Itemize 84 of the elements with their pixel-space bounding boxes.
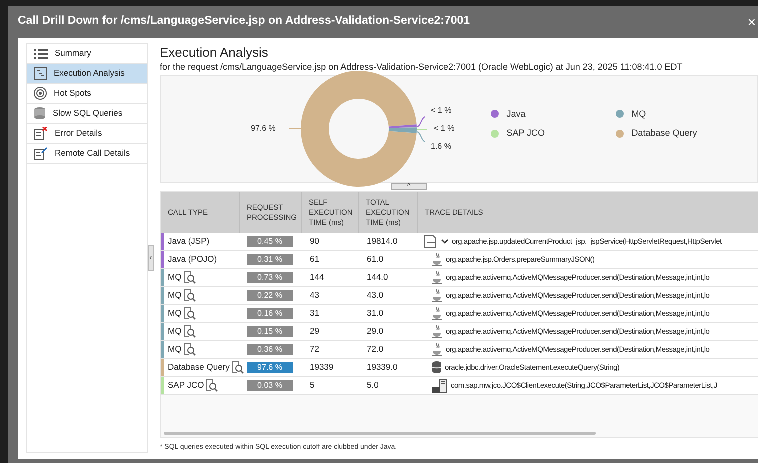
processing-bar: 97.6 % xyxy=(247,362,293,374)
total-time-cell-text: 19814.0 xyxy=(366,235,399,248)
total-time-cell-text: 144.0 xyxy=(366,271,390,284)
self-time-cell-text: 29 xyxy=(309,325,320,338)
data-label: 1.6 % xyxy=(431,141,452,153)
section-title: Execution Analysis xyxy=(160,45,270,61)
call-type-cell: MQ xyxy=(168,271,182,284)
processing-bar: 0.31 % xyxy=(247,254,293,266)
processing-bar: 0.36 % xyxy=(247,344,293,356)
total-time-cell-text: 5.0 xyxy=(366,379,380,392)
leader-line xyxy=(416,116,426,128)
server-icon xyxy=(432,378,448,392)
magnifier-icon[interactable] xyxy=(206,379,218,392)
self-time-cell-text: 72 xyxy=(309,343,320,356)
legend-label: Database Query xyxy=(632,127,698,140)
document-edit-icon xyxy=(34,147,48,160)
magnifier-icon[interactable] xyxy=(184,307,196,320)
total-time-cell-text: 72.0 xyxy=(366,343,385,356)
target-icon xyxy=(34,87,47,100)
call-type-cell: Java (JSP) xyxy=(168,235,210,248)
total-time-cell-text: 31.0 xyxy=(366,307,385,320)
sidebar-item[interactable]: Error Details xyxy=(27,124,147,144)
processing-bar: 0.22 % xyxy=(247,290,293,302)
processing-bar: 0.03 % xyxy=(247,380,293,392)
collapse-handle[interactable]: ‹ xyxy=(148,245,154,271)
coffee-cup-icon xyxy=(432,288,443,302)
call-type-cell: SAP JCO xyxy=(168,379,204,392)
processing-bar: 0.45 % xyxy=(247,236,293,248)
call-type-cell: MQ xyxy=(168,289,182,302)
document-error-icon xyxy=(34,127,48,140)
sidebar-label: Hot Spots xyxy=(54,87,92,100)
call-type-cell: Java (POJO) xyxy=(168,253,218,266)
coffee-cup-icon xyxy=(432,306,443,320)
leader-line xyxy=(289,128,302,130)
chevron-icon[interactable] xyxy=(441,238,449,246)
data-label: < 1 % xyxy=(431,105,453,117)
sidebar-label: Slow SQL Queries xyxy=(53,107,123,120)
self-time-cell-text: 90 xyxy=(309,235,320,248)
sidebar-label: Summary xyxy=(55,47,92,60)
chart-document-icon xyxy=(34,67,47,80)
data-label: < 1 % xyxy=(434,123,455,135)
self-time-cell-text: 43 xyxy=(309,289,320,302)
coffee-cup-icon xyxy=(432,252,443,266)
magnifier-icon[interactable] xyxy=(184,325,196,338)
coffee-cup-icon xyxy=(432,342,443,356)
total-time-cell-text: 19339.0 xyxy=(366,361,399,374)
file-icon xyxy=(424,235,438,248)
call-type-cell: MQ xyxy=(168,343,182,356)
total-time-cell-text: 43.0 xyxy=(366,289,385,302)
scrollbar[interactable] xyxy=(164,432,596,435)
self-time-cell-text: 19339 xyxy=(309,361,335,374)
sidebar-item[interactable]: Execution Analysis xyxy=(27,64,147,84)
window-title: Call Drill Down for /cms/LanguageService.jsp on Address-Validation-Service2:7001 xyxy=(18,14,470,30)
database-icon xyxy=(432,361,442,374)
database-icon xyxy=(34,107,46,120)
legend-label: SAP JCO xyxy=(506,127,546,140)
section-subtitle: for the request /cms/LanguageService.jsp on Address-Validation-Service2:7001 (Oracle WebLogic) at Jun 23, 2025 11:08:41.0 EDT xyxy=(160,61,684,73)
coffee-cup-icon xyxy=(432,324,443,338)
sidebar-item[interactable]: Hot Spots xyxy=(27,84,147,104)
sidebar-label: Remote Call Details xyxy=(55,147,130,160)
processing-bar: 0.16 % xyxy=(247,308,293,320)
magnifier-icon[interactable] xyxy=(184,271,196,284)
list-icon xyxy=(34,48,48,60)
call-type-cell: Database Query xyxy=(168,361,230,374)
magnifier-icon[interactable] xyxy=(184,343,196,356)
total-time-cell-text: 29.0 xyxy=(366,325,385,338)
legend-label: MQ xyxy=(632,108,646,121)
data-label: 97.6 % xyxy=(251,123,277,135)
sidebar-label: Execution Analysis xyxy=(54,67,125,80)
legend-label: Java xyxy=(506,108,526,120)
call-type-cell: MQ xyxy=(168,325,182,338)
total-time-cell-text: 61.0 xyxy=(366,253,385,266)
self-time-cell-text: 61 xyxy=(309,253,320,266)
processing-bar: 0.73 % xyxy=(247,272,293,284)
coffee-cup-icon xyxy=(432,270,443,284)
self-time-cell-text: 31 xyxy=(309,307,320,320)
magnifier-icon[interactable] xyxy=(184,289,196,302)
self-time-cell-text: 5 xyxy=(309,379,316,392)
self-time-cell-text: 144 xyxy=(309,271,326,284)
sidebar-label: Error Details xyxy=(55,127,102,140)
close-button[interactable]: × xyxy=(748,15,756,29)
processing-bar: 0.15 % xyxy=(247,326,293,338)
call-type-cell: MQ xyxy=(168,307,182,320)
magnifier-icon[interactable] xyxy=(232,361,244,374)
